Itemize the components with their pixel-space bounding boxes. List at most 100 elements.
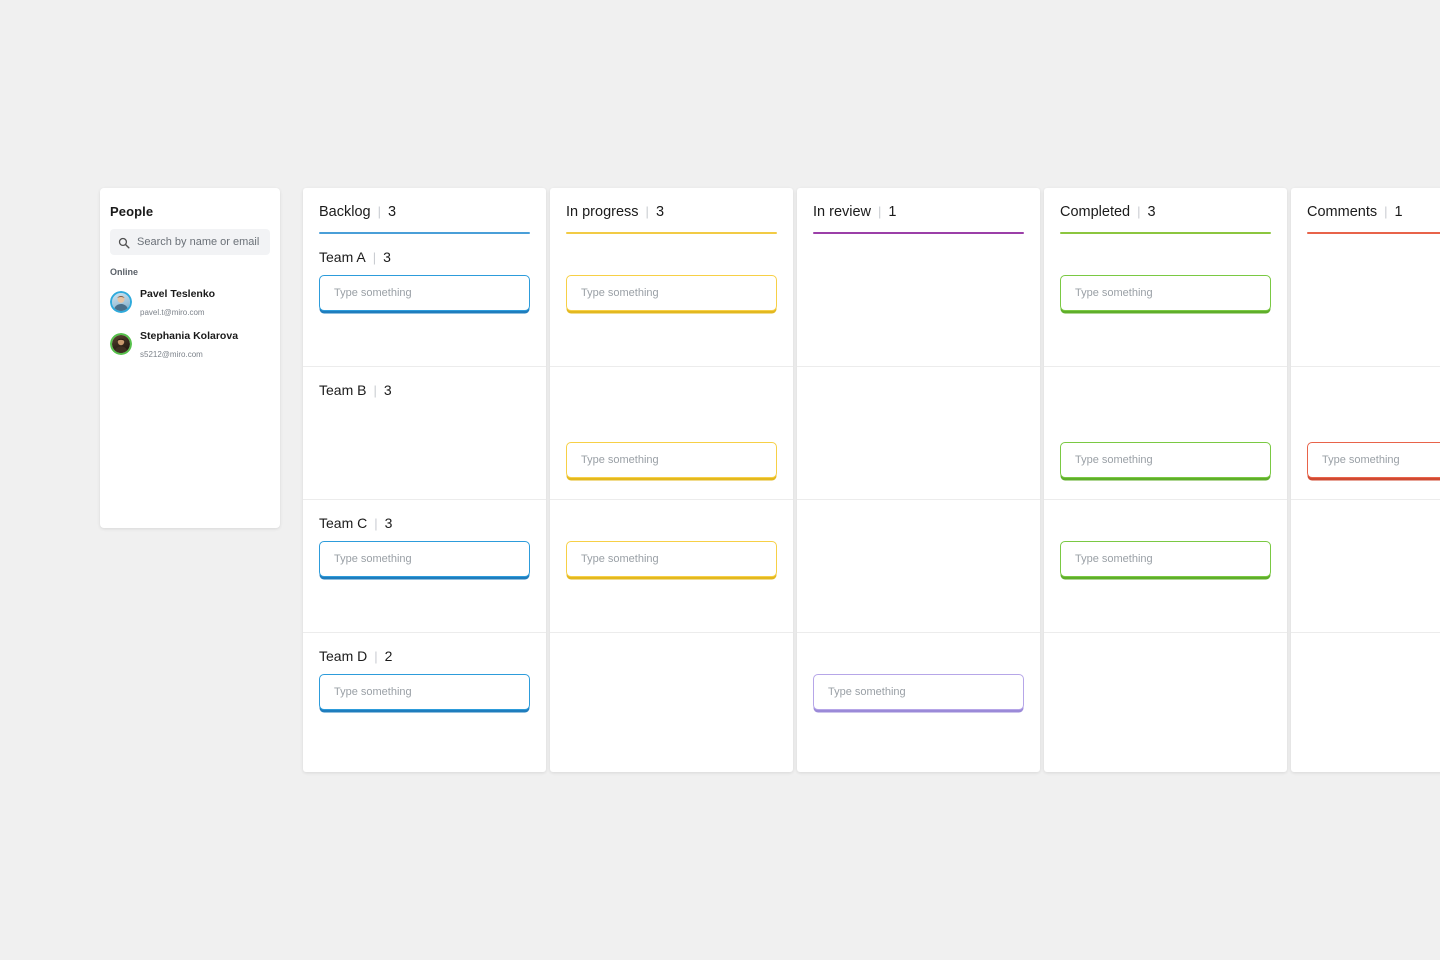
column-separator: | <box>645 204 649 219</box>
avatar <box>110 291 132 313</box>
row-label-separator: | <box>374 649 378 664</box>
empty-cell <box>566 674 777 710</box>
table-row: Type something <box>1291 367 1440 500</box>
card-input[interactable]: Type something <box>1060 275 1271 311</box>
board-column-completed: Completed | 3 Type something Type someth… <box>1044 188 1287 772</box>
card-input[interactable]: Type something <box>813 674 1024 710</box>
people-panel: People Search by name or email Online Pa… <box>100 188 280 528</box>
board-column-in-progress: In progress | 3 Type something Type some… <box>550 188 793 772</box>
table-row <box>1291 633 1440 766</box>
card-input[interactable]: Type something <box>319 541 530 577</box>
table-row: Type something <box>550 367 793 500</box>
row-label-text: Team C <box>319 515 368 531</box>
board-column-in-review: In review | 1 Type something <box>797 188 1040 772</box>
row-label-count: 3 <box>384 515 393 531</box>
column-header: Completed | 3 <box>1044 188 1287 234</box>
column-count: 3 <box>387 204 397 220</box>
row-label-separator: | <box>373 383 377 398</box>
column-separator: | <box>878 204 882 219</box>
table-row: Type something <box>1044 500 1287 633</box>
table-row: Team A | 3 Type something <box>303 234 546 367</box>
empty-cell <box>1307 541 1440 577</box>
list-item[interactable]: Stephania Kolarova s5212@miro.com <box>100 323 280 365</box>
column-title: Backlog <box>319 204 371 220</box>
empty-cell <box>813 275 1024 311</box>
row-label: Team C | 3 <box>319 500 530 534</box>
person-email: pavel.t@miro.com <box>140 308 205 317</box>
board-columns: Backlog | 3 Team A | 3 Type something Te… <box>303 188 1440 772</box>
card-placeholder: Type something <box>334 287 412 299</box>
empty-cell <box>813 408 1024 444</box>
column-separator: | <box>377 204 381 219</box>
card-placeholder: Type something <box>1075 287 1153 299</box>
card-placeholder: Type something <box>581 553 659 565</box>
card-placeholder: Type something <box>828 686 906 698</box>
search-icon <box>118 236 130 249</box>
card-placeholder: Type something <box>1075 553 1153 565</box>
card-placeholder: Type something <box>1075 454 1153 466</box>
person-name: Pavel Teslenko <box>140 288 216 300</box>
search-placeholder: Search by name or email <box>137 236 260 248</box>
board-column-comments: Comments | 1 Type something <box>1291 188 1440 772</box>
list-item[interactable]: Pavel Teslenko pavel.t@miro.com <box>100 281 280 323</box>
person-email: s5212@miro.com <box>140 350 203 359</box>
card-input[interactable]: Type something <box>319 674 530 710</box>
card-placeholder: Type something <box>581 454 659 466</box>
table-row: Team B | 3 <box>303 367 546 500</box>
column-count: 1 <box>888 204 897 220</box>
column-title: Completed <box>1060 204 1131 220</box>
table-row <box>550 633 793 766</box>
table-row <box>1291 234 1440 367</box>
row-label-text: Team A <box>319 249 366 265</box>
card-placeholder: Type something <box>334 686 412 698</box>
column-title: In progress <box>566 204 639 220</box>
row-label-count: 3 <box>383 382 392 398</box>
row-label: Team A | 3 <box>319 234 530 268</box>
table-row <box>797 500 1040 633</box>
card-input[interactable]: Type something <box>1060 541 1271 577</box>
row-label-separator: | <box>372 250 377 265</box>
column-header: Backlog | 3 <box>303 188 546 234</box>
card-input[interactable]: Type something <box>566 442 777 478</box>
table-row <box>1044 633 1287 766</box>
column-count: 3 <box>655 204 665 220</box>
people-panel-title: People <box>110 204 154 219</box>
row-label: Team B | 3 <box>319 367 530 401</box>
column-header: Comments | 1 <box>1291 188 1440 234</box>
column-count: 3 <box>1147 204 1156 220</box>
table-row: Type something <box>550 500 793 633</box>
board-column-backlog: Backlog | 3 Team A | 3 Type something Te… <box>303 188 546 772</box>
table-row <box>797 234 1040 367</box>
card-input[interactable]: Type something <box>1060 442 1271 478</box>
people-group-label: Online <box>110 267 139 277</box>
table-row: Type something <box>550 234 793 367</box>
table-row <box>797 367 1040 500</box>
empty-cell <box>813 541 1024 577</box>
card-input[interactable]: Type something <box>319 275 530 311</box>
table-row: Type something <box>1044 367 1287 500</box>
person-name: Stephania Kolarova <box>140 330 239 342</box>
table-row: Team C | 3 Type something <box>303 500 546 633</box>
column-separator: | <box>1137 204 1141 219</box>
row-label-separator: | <box>374 516 378 531</box>
table-row: Team D | 2 Type something <box>303 633 546 766</box>
card-placeholder: Type something <box>581 287 659 299</box>
card-input[interactable]: Type something <box>1307 442 1440 478</box>
empty-cell <box>1307 674 1440 710</box>
empty-cell <box>1307 275 1440 311</box>
empty-cell <box>1060 674 1271 710</box>
search-input[interactable]: Search by name or email <box>110 229 270 255</box>
empty-cell <box>319 408 530 444</box>
table-row: Type something <box>1044 234 1287 367</box>
board-canvas: People Search by name or email Online Pa… <box>100 188 1440 772</box>
card-input[interactable]: Type something <box>566 541 777 577</box>
column-count: 1 <box>1394 204 1403 220</box>
card-placeholder: Type something <box>1322 454 1400 466</box>
row-label-text: Team D <box>319 648 368 664</box>
row-label-count: 3 <box>383 249 391 265</box>
column-header: In review | 1 <box>797 188 1040 234</box>
row-label-count: 2 <box>384 648 393 664</box>
card-placeholder: Type something <box>334 553 412 565</box>
row-label-text: Team B <box>319 382 367 398</box>
card-input[interactable]: Type something <box>566 275 777 311</box>
